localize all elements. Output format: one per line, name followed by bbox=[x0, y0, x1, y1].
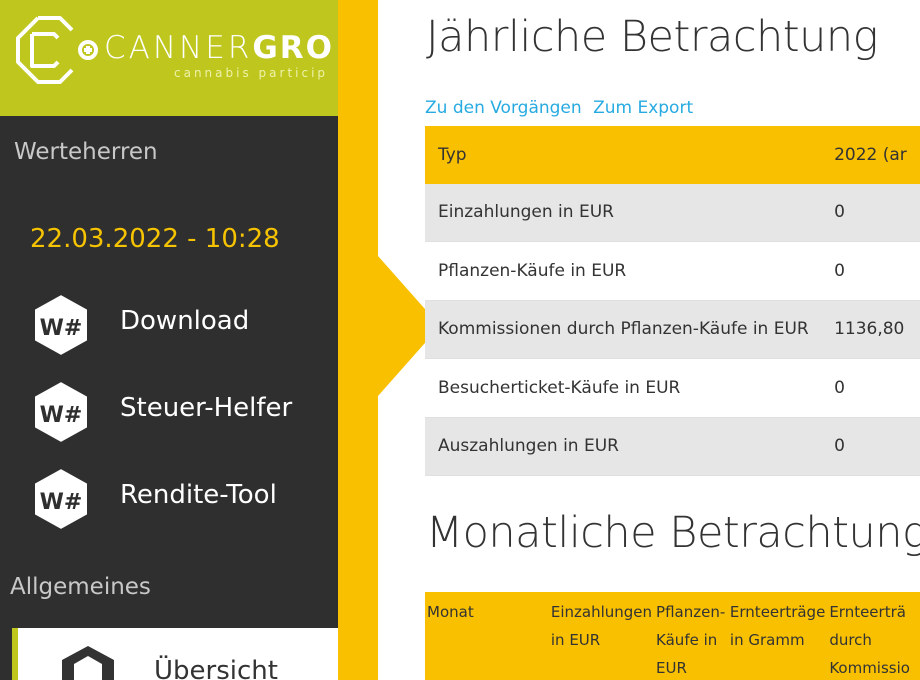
table-row: Einzahlungen in EUR 0 bbox=[425, 183, 920, 242]
yearly-table: Typ 2022 (ar Einzahlungen in EUR 0 Pflan… bbox=[425, 126, 920, 476]
sidebar-timestamp: 22.03.2022 - 10:28 bbox=[30, 224, 280, 254]
sidebar-item-label: Rendite-Tool bbox=[120, 480, 277, 510]
main-content: Jährliche Betrachtung Zu den Vorgängen Z… bbox=[378, 0, 920, 680]
sidebar-item-label: Download bbox=[120, 306, 250, 336]
cannergrow-logo-icon bbox=[16, 16, 98, 84]
sidebar-item-steuer-helfer[interactable]: W# Steuer-Helfer bbox=[30, 379, 330, 445]
table-row: Kommissionen durch Pflanzen-Käufe in EUR… bbox=[425, 300, 920, 359]
row-value: 0 bbox=[821, 358, 920, 418]
col-ernteertraege: Ernteerträge in Gramm bbox=[729, 603, 826, 649]
logo-tagline: cannabis particip bbox=[174, 66, 329, 80]
col-type: Typ bbox=[425, 126, 822, 184]
sidebar: CANNERGRO cannabis particip Werteherren … bbox=[0, 0, 338, 680]
row-value: 0 bbox=[821, 183, 920, 242]
table-row: Pflanzen-Käufe in EUR 0 bbox=[425, 241, 920, 301]
link-export[interactable]: Zum Export bbox=[593, 98, 693, 118]
row-value: 0 bbox=[821, 241, 920, 301]
link-vorgaenge[interactable]: Zu den Vorgängen bbox=[425, 98, 582, 118]
sidebar-item-label: Übersicht bbox=[154, 656, 278, 680]
yearly-links: Zu den Vorgängen Zum Export bbox=[425, 98, 699, 118]
col-pflanzen-kaeufe: Pflanzen-Käufe in EUR bbox=[656, 603, 726, 677]
sidebar-section-werteherren: Werteherren bbox=[14, 139, 158, 165]
row-value: 0 bbox=[821, 417, 920, 476]
svg-text:W#: W# bbox=[40, 490, 83, 515]
monthly-table: Monat Einzahlungen in EUR Pflanzen-Käufe… bbox=[425, 592, 920, 680]
row-label: Besucherticket-Käufe in EUR bbox=[425, 358, 822, 418]
row-value: 1136,80 bbox=[821, 300, 920, 359]
col-monat: Monat bbox=[427, 603, 474, 621]
svg-text:W#: W# bbox=[40, 316, 83, 341]
table-row: Besucherticket-Käufe in EUR 0 bbox=[425, 358, 920, 418]
table-row: Auszahlungen in EUR 0 bbox=[425, 417, 920, 476]
logo-wordmark: CANNERGRO bbox=[104, 30, 335, 66]
monthly-title: Monatliche Betrachtung bbox=[426, 508, 920, 558]
accent-strip bbox=[338, 0, 378, 680]
col-year: 2022 (ar bbox=[821, 126, 920, 184]
wh-icon: W# bbox=[33, 292, 89, 358]
sidebar-item-label: Steuer-Helfer bbox=[120, 393, 293, 423]
col-ernteertraege-kommission: Ernteerträ durch Kommissio bbox=[829, 603, 910, 677]
svg-text:W#: W# bbox=[40, 403, 83, 428]
yearly-title: Jährliche Betrachtung bbox=[426, 12, 878, 62]
sidebar-item-download[interactable]: W# Download bbox=[30, 292, 330, 358]
wh-icon: W# bbox=[33, 379, 89, 445]
sidebar-item-rendite-tool[interactable]: W# Rendite-Tool bbox=[30, 466, 330, 532]
col-einzahlungen: Einzahlungen in EUR bbox=[550, 603, 653, 649]
row-label: Einzahlungen in EUR bbox=[425, 183, 822, 242]
logo[interactable]: CANNERGRO cannabis particip bbox=[0, 0, 338, 116]
sidebar-item-uebersicht[interactable]: Übersicht bbox=[12, 628, 338, 680]
table-header-row: Monat Einzahlungen in EUR Pflanzen-Käufe… bbox=[425, 592, 920, 680]
wh-icon: W# bbox=[33, 466, 89, 532]
row-label: Auszahlungen in EUR bbox=[425, 417, 822, 476]
overview-icon bbox=[62, 646, 114, 680]
row-label: Pflanzen-Käufe in EUR bbox=[425, 241, 822, 301]
sidebar-section-allgemeines: Allgemeines bbox=[10, 574, 151, 600]
row-label: Kommissionen durch Pflanzen-Käufe in EUR bbox=[425, 300, 822, 359]
table-header-row: Typ 2022 (ar bbox=[425, 126, 920, 184]
